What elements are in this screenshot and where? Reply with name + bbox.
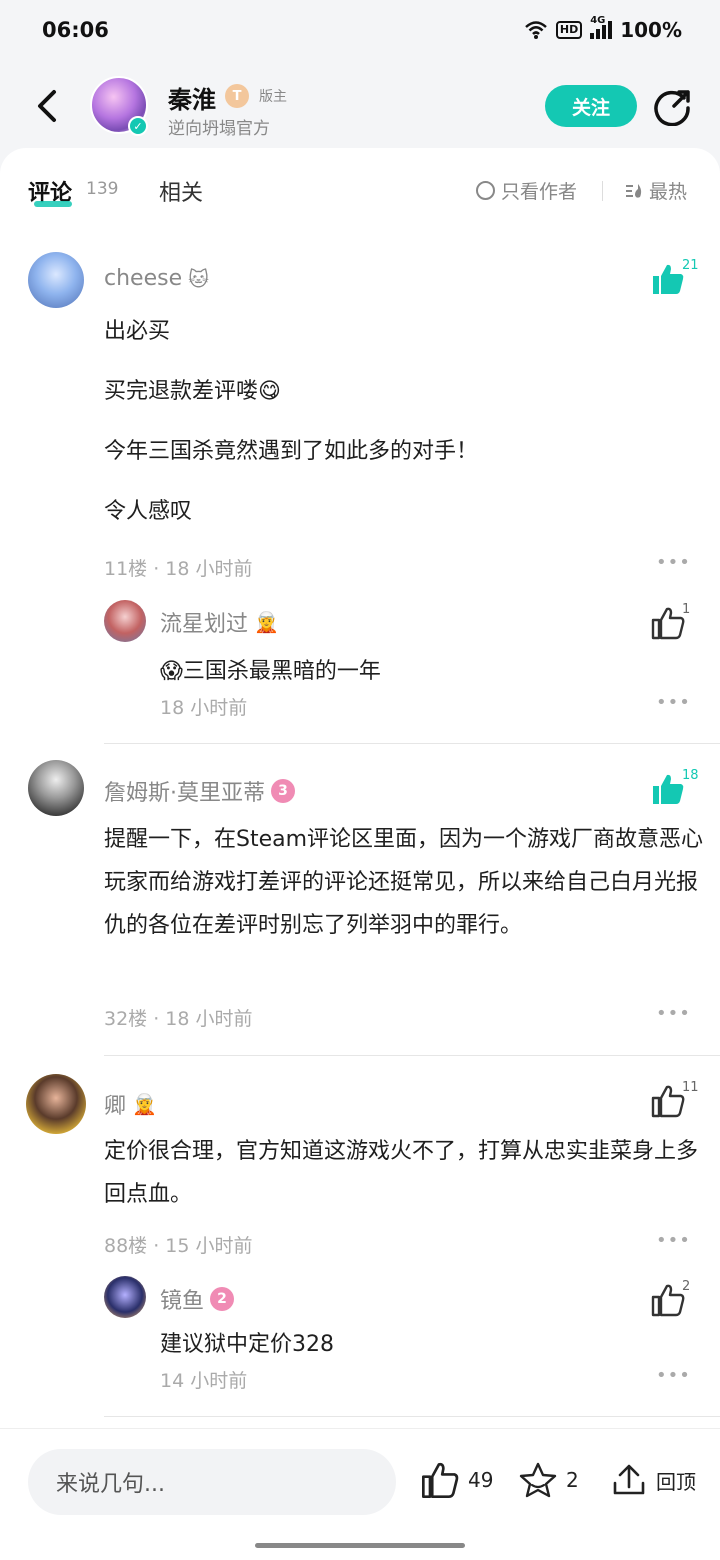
star-icon — [519, 1462, 557, 1498]
radio-icon — [476, 181, 495, 200]
user-avatar[interactable] — [28, 760, 84, 816]
author-badge-icon: T — [225, 84, 249, 108]
back-to-top-label: 回顶 — [656, 1469, 696, 1494]
level-badge-icon: 2 — [210, 1287, 235, 1311]
status-icons: HD 4G 100% — [524, 15, 682, 42]
more-options-icon[interactable]: ••• — [656, 1365, 691, 1386]
back-icon[interactable] — [30, 86, 66, 126]
user-badge-icon: 🧝 — [254, 610, 279, 634]
verified-icon: ✓ — [128, 116, 148, 136]
like-count: 1 — [682, 602, 691, 617]
comment-body: 定价很合理，官方知道这游戏火不了，打算从忠实韭菜身上多回点血。 — [104, 1139, 699, 1207]
user-badge-icon: 🐱 — [188, 266, 209, 291]
comment-author-name: 卿 — [104, 1094, 127, 1119]
more-options-icon[interactable]: ••• — [656, 552, 691, 573]
like-icon[interactable] — [650, 262, 686, 296]
comment-divider — [104, 1416, 720, 1417]
hd-icon: HD — [555, 21, 583, 39]
comment-author[interactable]: 詹姆斯·莫里亚蒂 3 — [104, 775, 295, 807]
reply-avatar[interactable] — [104, 1276, 146, 1318]
reply-author[interactable]: 镜鱼 2 — [160, 1283, 235, 1315]
post-header: ✓ 秦淮 T 版主 逆向坍塌官方 关注 — [0, 66, 720, 148]
share-icon[interactable] — [654, 86, 694, 126]
comment-body: 出必买 买完退款差评喽😋 今年三国杀竟然遇到了如此多的对手！ 令人感叹 — [104, 310, 704, 533]
comment-line: 今年三国杀竟然遇到了如此多的对手！ — [104, 439, 479, 464]
level-badge-icon: 3 — [271, 779, 295, 803]
comment-tabs: 评论 139 相关 只看作者 最热 — [0, 148, 720, 232]
reply-author[interactable]: 流星划过 🧝 — [160, 606, 279, 638]
status-time: 06:06 — [42, 18, 109, 42]
hot-sort-icon — [626, 183, 642, 198]
reply-body: 建议狱中定价328 — [160, 1332, 334, 1357]
comment-author[interactable]: cheese 🐱 — [104, 266, 209, 291]
like-icon — [422, 1462, 459, 1498]
back-to-top-button[interactable]: 回顶 — [610, 1461, 696, 1499]
like-icon[interactable] — [650, 772, 686, 806]
comment-divider — [104, 743, 720, 744]
comment-author-name: 詹姆斯·莫里亚蒂 — [104, 781, 265, 806]
user-avatar[interactable] — [28, 252, 84, 308]
reply-author-name: 流星划过 — [160, 612, 249, 637]
comment-divider — [104, 1055, 720, 1056]
reply-meta: 18 小时前 — [160, 697, 248, 719]
post-like-button[interactable]: 49 — [420, 1461, 493, 1499]
arrow-up-icon — [613, 1464, 645, 1495]
comment-input[interactable]: 来说几句... — [28, 1449, 396, 1515]
like-count: 21 — [682, 258, 699, 273]
only-author-toggle[interactable]: 只看作者 — [476, 177, 577, 204]
only-author-label: 只看作者 — [501, 181, 578, 203]
sort-hot-button[interactable]: 最热 — [624, 177, 687, 204]
reply-author-name: 镜鱼 — [160, 1289, 205, 1314]
like-icon[interactable] — [650, 1283, 686, 1317]
active-tab-indicator — [34, 201, 72, 207]
comment-line: 买完退款差评喽😋 — [104, 379, 281, 404]
user-badge-icon: 🧝 — [132, 1092, 157, 1116]
comment-line: 令人感叹 — [104, 499, 193, 524]
tab-comments[interactable]: 评论 — [28, 175, 72, 207]
like-count: 2 — [682, 1279, 691, 1294]
author-subtitle: 逆向坍塌官方 — [168, 119, 270, 139]
comments-panel: 评论 139 相关 只看作者 最热 cheese 🐱 21 出必买 买完退款差评… — [0, 148, 720, 1560]
reply-avatar[interactable] — [104, 600, 146, 642]
tab-related[interactable]: 相关 — [159, 175, 203, 207]
comments-count: 139 — [86, 179, 119, 199]
sort-label: 最热 — [649, 181, 688, 203]
more-options-icon[interactable]: ••• — [656, 1003, 691, 1024]
favorite-count: 2 — [566, 1468, 579, 1492]
author-name[interactable]: 秦淮 — [168, 80, 216, 115]
like-icon[interactable] — [650, 606, 686, 640]
more-options-icon[interactable]: ••• — [656, 692, 691, 713]
comment-meta: 32楼 · 18 小时前 — [104, 1008, 253, 1030]
status-bar: 06:06 HD 4G 100% — [0, 0, 720, 64]
reply-body: 😱三国杀最黑暗的一年 — [160, 659, 381, 684]
like-count: 11 — [682, 1080, 699, 1095]
bottom-action-bar: 来说几句... 49 2 回顶 — [0, 1428, 720, 1560]
home-indicator[interactable] — [255, 1543, 465, 1548]
user-avatar[interactable] — [26, 1074, 86, 1134]
comment-meta: 11楼 · 18 小时前 — [104, 558, 253, 580]
comment-author-name: cheese — [104, 266, 183, 291]
comment-line: 出必买 — [104, 319, 171, 344]
like-count: 18 — [682, 768, 699, 783]
like-icon[interactable] — [650, 1084, 686, 1118]
divider — [602, 181, 603, 201]
follow-button[interactable]: 关注 — [545, 85, 637, 127]
wifi-icon — [525, 21, 547, 39]
comment-author[interactable]: 卿 🧝 — [104, 1088, 157, 1120]
comment-body: 提醒一下，在Steam评论区里面，因为一个游戏厂商故意恶心玩家而给游戏打差评的评… — [104, 827, 704, 938]
reply-meta: 14 小时前 — [160, 1370, 248, 1392]
more-options-icon[interactable]: ••• — [656, 1230, 691, 1251]
post-like-count: 49 — [468, 1468, 494, 1492]
favorite-button[interactable]: 2 — [518, 1461, 579, 1499]
comment-meta: 88楼 · 15 小时前 — [104, 1235, 253, 1257]
author-role: 版主 — [259, 89, 287, 105]
signal-icon: 4G — [590, 15, 613, 39]
battery-level: 100% — [620, 18, 682, 42]
